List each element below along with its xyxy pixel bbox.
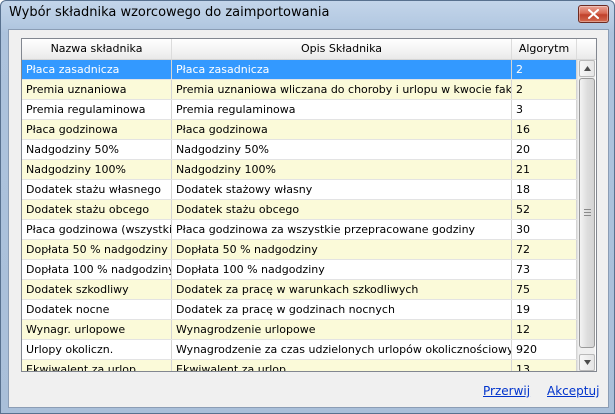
cell-name: Dodatek stażu obcego [22,200,172,219]
arrow-down-icon [584,360,591,365]
cell-name: Płaca godzinowa (wszystkie) [22,220,172,239]
title-bar[interactable]: Wybór składnika wzorcowego do zaimportow… [1,1,614,29]
cell-algorithm: 30 [512,220,577,239]
cell-description: Dopłata 100 % nadgodziny [172,260,512,279]
dialog-window: Wybór składnika wzorcowego do zaimportow… [0,0,615,414]
cell-name: Dodatek stażu własnego [22,180,172,199]
table-row[interactable]: Nadgodziny 100% Nadgodziny 100% 21 [22,160,577,180]
thumb-grip-line [584,209,591,210]
cell-name: Dodatek nocne [22,300,172,319]
table-body: Płaca zasadnicza Płaca zasadnicza 2 Premia … [22,60,577,371]
cell-algorithm: 19 [512,300,577,319]
column-header-algorithm[interactable]: Algorytm [512,39,577,59]
accept-link[interactable]: Akceptuj [547,384,599,398]
components-table: Nazwa składnika Opis Składnika Algorytm … [21,38,597,372]
close-button[interactable] [578,5,609,23]
cell-algorithm: 52 [512,200,577,219]
cell-algorithm: 12 [512,320,577,339]
scroll-up-button[interactable] [579,60,595,77]
arrow-up-icon [584,66,591,71]
table-header: Nazwa składnika Opis Składnika Algorytm [22,39,596,60]
table-row[interactable]: Dodatek szkodliwy Dodatek za pracę w waru… [22,280,577,300]
cell-description: Płaca godzinowa za wszystkie przepracowa… [172,220,512,239]
cell-description: Premia uznaniowa wliczana do choroby i u… [172,80,512,99]
cell-description: Nadgodziny 50% [172,140,512,159]
table-row[interactable]: Płaca godzinowa Płaca godzinowa 16 [22,120,577,140]
table-row[interactable]: Dodatek nocne Dodatek za pracę w godzinac… [22,300,577,320]
cell-algorithm: 2 [512,60,577,79]
cell-name: Płaca godzinowa [22,120,172,139]
cancel-link[interactable]: Przerwij [483,384,530,398]
table-row[interactable]: Nadgodziny 50% Nadgodziny 50% 20 [22,140,577,160]
cell-description: Dodatek za pracę w godzinach nocnych [172,300,512,319]
table-row[interactable]: Premia uznaniowa Premia uznaniowa wliczan… [22,80,577,100]
cell-description: Płaca godzinowa [172,120,512,139]
table-row[interactable]: Dodatek stażu obcego Dodatek stażu obcego… [22,200,577,220]
thumb-grip-line [584,215,591,216]
column-header-description[interactable]: Opis Składnika [172,39,512,59]
cell-name: Dopłata 50 % nadgodziny [22,240,172,259]
cell-description: Dopłata 50 % nadgodziny [172,240,512,259]
cell-description: Dodatek stażu obcego [172,200,512,219]
scrollbar-thumb[interactable] [579,78,595,348]
cell-description: Nadgodziny 100% [172,160,512,179]
window-title: Wybór składnika wzorcowego do zaimportow… [9,5,330,20]
table-row[interactable]: Premia regulaminowa Premia regulaminowa 3 [22,100,577,120]
table-row[interactable]: Urlopy okoliczn. Wynagrodzenie za czas ud… [22,340,577,360]
cell-description: Płaca zasadnicza [172,60,512,79]
cell-name: Płaca zasadnicza [22,60,172,79]
cell-algorithm: 920 [512,340,577,359]
table-row[interactable]: Płaca godzinowa (wszystkie) Płaca godzino… [22,220,577,240]
table-row[interactable]: Ekwiwalent za urlop Ekwiwalent za urlop 13 [22,360,577,371]
cell-algorithm: 2 [512,80,577,99]
vertical-scrollbar[interactable] [577,60,595,371]
cell-name: Nadgodziny 100% [22,160,172,179]
cell-algorithm: 21 [512,160,577,179]
cell-algorithm: 3 [512,100,577,119]
table-row[interactable]: Dopłata 100 % nadgodziny Dopłata 100 % na… [22,260,577,280]
cell-description: Dodatek za pracę w warunkach szkodliwych [172,280,512,299]
cell-name: Premia regulaminowa [22,100,172,119]
column-header-name[interactable]: Nazwa składnika [22,39,172,59]
cell-algorithm: 20 [512,140,577,159]
cell-name: Dopłata 100 % nadgodziny [22,260,172,279]
cell-description: Dodatek stażowy własny [172,180,512,199]
cell-algorithm: 73 [512,260,577,279]
cell-name: Dodatek szkodliwy [22,280,172,299]
table-row[interactable]: Wynagr. urlopowe Wynagrodzenie urlopowe 12 [22,320,577,340]
cell-name: Urlopy okoliczn. [22,340,172,359]
cell-description: Wynagrodzenie urlopowe [172,320,512,339]
cell-description: Wynagrodzenie za czas udzielonych urlopó… [172,340,512,359]
cell-name: Ekwiwalent za urlop [22,360,172,371]
close-icon [588,9,599,19]
cell-algorithm: 16 [512,120,577,139]
cell-algorithm: 18 [512,180,577,199]
cell-name: Nadgodziny 50% [22,140,172,159]
dialog-content: Nazwa składnika Opis Składnika Algorytm … [8,29,609,408]
table-row[interactable]: Dopłata 50 % nadgodziny Dopłata 50 % nadg… [22,240,577,260]
cell-algorithm: 75 [512,280,577,299]
cell-algorithm: 72 [512,240,577,259]
scroll-down-button[interactable] [579,354,595,371]
table-row[interactable]: Dodatek stażu własnego Dodatek stażowy wł… [22,180,577,200]
cell-name: Premia uznaniowa [22,80,172,99]
thumb-grip-line [584,212,591,213]
cell-description: Ekwiwalent za urlop [172,360,512,371]
cell-algorithm: 13 [512,360,577,371]
cell-name: Wynagr. urlopowe [22,320,172,339]
table-row[interactable]: Płaca zasadnicza Płaca zasadnicza 2 [22,60,577,80]
cell-description: Premia regulaminowa [172,100,512,119]
